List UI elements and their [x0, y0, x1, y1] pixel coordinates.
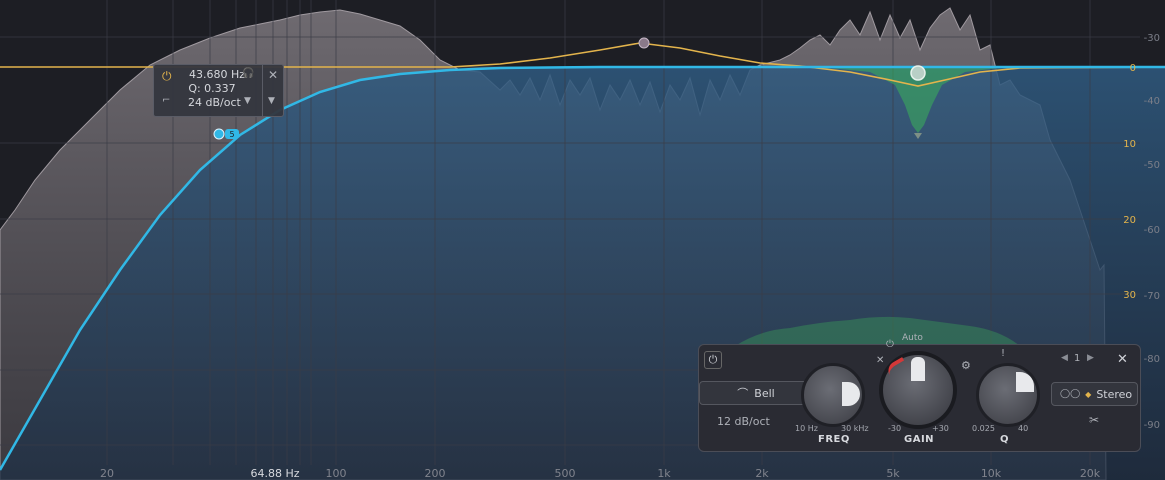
band-popup: ⏻ 43.680 Hz 🎧 Q: 0.337 ⌐ 24 dB/oct ▼ ✕ ▼	[153, 64, 284, 117]
solo-headphones-icon[interactable]: 🎧	[242, 68, 254, 79]
freq-label: FREQ	[818, 434, 850, 445]
freq-label-20k: 20k	[1080, 467, 1101, 480]
band-power-button[interactable]: ⏻	[704, 351, 722, 369]
q-label: Q	[1000, 434, 1010, 445]
filter-shape-label: Bell	[754, 386, 775, 400]
db-label-minus70: -70	[1144, 291, 1160, 302]
stereo-placement-button[interactable]: ◯◯ ◆ Stereo	[1051, 382, 1138, 406]
db-label-minus40: -40	[1144, 96, 1160, 107]
gain-knob[interactable]	[879, 351, 957, 429]
gain-reset-icon[interactable]: ✕	[876, 355, 884, 366]
freq-label-100: 100	[326, 467, 347, 480]
gain-min-label: -30	[888, 424, 902, 433]
close-panel-icon[interactable]: ✕	[1117, 352, 1128, 367]
band-index: 1	[1074, 353, 1081, 364]
freq-label-10k: 10k	[981, 467, 1002, 480]
freq-label-5k: 5k	[886, 467, 900, 480]
q-min-label: 0.025	[972, 424, 995, 433]
freq-knob-indicator	[842, 382, 860, 406]
close-band-icon[interactable]: ✕	[268, 68, 278, 82]
band-control-panel: ⏻ ⌒ Bell 12 dB/oct 10 Hz 30 kHz FREQ ✕ ⏻…	[698, 333, 1141, 452]
gain-label-20: 20	[1123, 215, 1136, 226]
q-knob-indicator	[1016, 372, 1034, 392]
gain-power-icon[interactable]: ⏻	[886, 339, 894, 350]
next-band-icon[interactable]: ▶	[1087, 353, 1094, 363]
freq-min-label: 10 Hz	[795, 424, 818, 433]
freq-label-200: 200	[425, 467, 446, 480]
slope-label[interactable]: 12 dB/oct	[717, 415, 770, 428]
band-power-icon[interactable]: ⏻	[162, 69, 172, 84]
freq-label-20: 20	[100, 467, 114, 480]
band-q-value[interactable]: Q: 0.337	[182, 82, 242, 95]
q-max-label: 40	[1018, 424, 1029, 433]
band-node-bell[interactable]	[910, 65, 926, 81]
popup-divider	[262, 65, 263, 116]
db-label-minus80: -80	[1144, 354, 1160, 365]
band-node-peak[interactable]	[638, 37, 650, 49]
slope-dropdown-icon[interactable]: ▼	[244, 96, 251, 106]
db-label-minus30: -30	[1144, 33, 1160, 44]
gain-range-arc	[884, 356, 910, 380]
gain-max-label: +30	[932, 424, 949, 433]
popup-menu-icon[interactable]: ▼	[268, 96, 275, 106]
gain-knob-indicator	[911, 357, 925, 381]
filter-shape-icon[interactable]: ⌐	[162, 95, 170, 106]
db-label-minus90: -90	[1144, 420, 1160, 431]
gain-label-0: 0	[1130, 63, 1136, 74]
freq-label-2k: 2k	[755, 467, 769, 480]
q-warning-icon: !	[1001, 348, 1006, 359]
q-knob[interactable]	[976, 363, 1040, 427]
dynamics-settings-icon[interactable]: ⚙	[961, 359, 971, 372]
filter-shape-button[interactable]: ⌒ Bell	[699, 381, 813, 405]
stereo-dot-icon: ◆	[1085, 389, 1092, 399]
freq-label-500: 500	[555, 467, 576, 480]
gain-label-10: 10	[1123, 139, 1136, 150]
db-label-minus60: -60	[1144, 225, 1160, 236]
db-label-minus50: -50	[1144, 160, 1160, 171]
band-slope-value[interactable]: 24 dB/oct	[188, 96, 248, 109]
scissors-icon[interactable]: ✂	[1089, 413, 1099, 427]
gain-label-30: 30	[1123, 290, 1136, 301]
bell-shape-icon: ⌒	[737, 387, 749, 400]
freq-max-label: 30 kHz	[841, 424, 869, 433]
stereo-label: Stereo	[1096, 387, 1133, 401]
stereo-link-icon: ◯◯	[1060, 389, 1081, 399]
band-node-highpass[interactable]	[213, 128, 225, 140]
prev-band-icon[interactable]: ◀	[1061, 353, 1068, 363]
freq-knob[interactable]	[801, 363, 865, 427]
gain-label: GAIN	[904, 434, 935, 445]
cursor-frequency-readout: 64.88 Hz	[250, 467, 299, 480]
auto-gain-label[interactable]: Auto	[902, 333, 923, 343]
band-node-number: 5	[229, 130, 234, 139]
freq-label-1k: 1k	[657, 467, 671, 480]
